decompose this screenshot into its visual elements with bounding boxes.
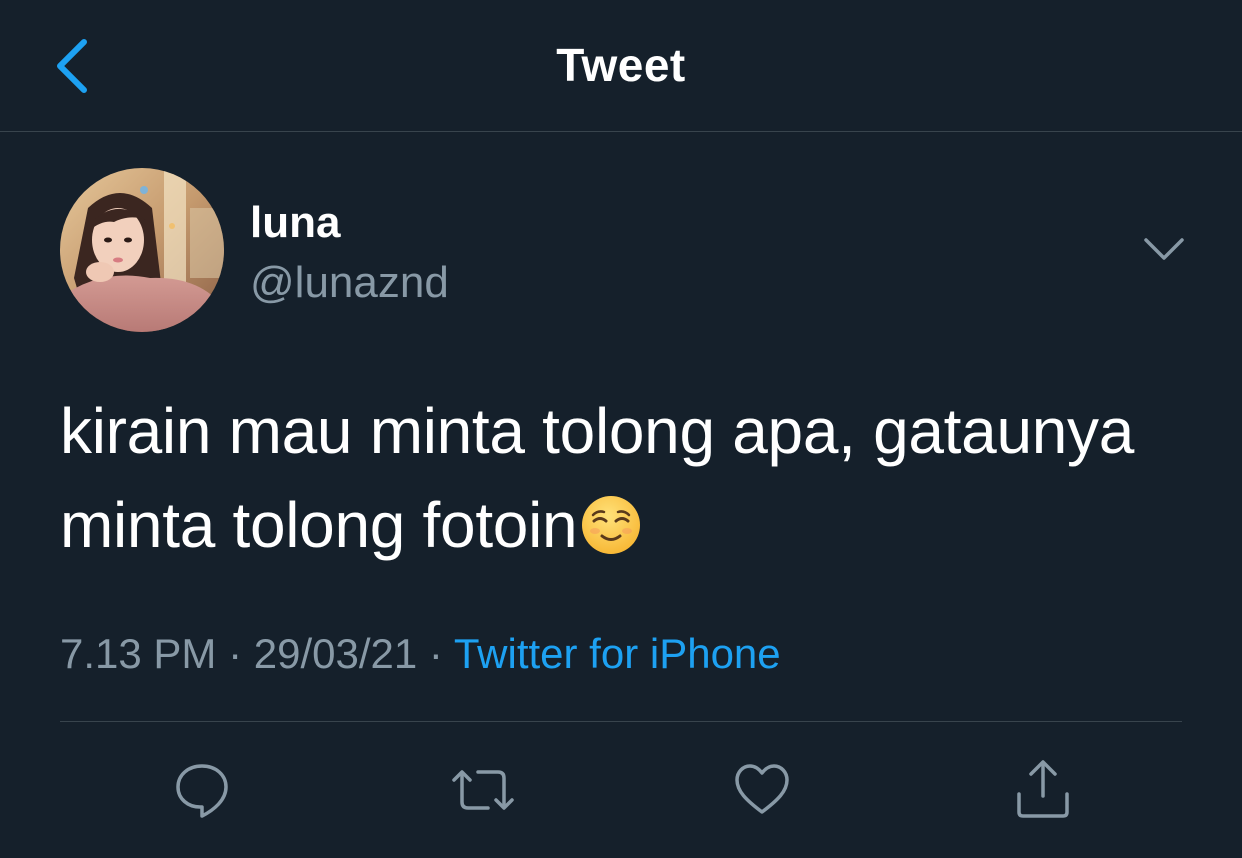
retweet-icon: [452, 770, 514, 810]
tweet-metadata: 7.13 PM · 29/03/21 · Twitter for iPhone: [60, 630, 781, 678]
retweet-button[interactable]: [450, 760, 514, 820]
meta-separator: ·: [216, 630, 254, 677]
avatar[interactable]: [60, 168, 224, 332]
meta-separator: ·: [417, 630, 454, 677]
profile-photo: [60, 168, 224, 332]
tweet-date: 29/03/21: [253, 630, 418, 677]
divider: [60, 721, 1182, 722]
tweet-options-button[interactable]: [1140, 232, 1188, 268]
author-display-name[interactable]: luna: [250, 198, 340, 248]
page-title: Tweet: [556, 39, 686, 91]
share-button[interactable]: [1013, 760, 1073, 820]
chevron-down-icon: [1144, 238, 1184, 260]
reply-icon: [176, 764, 228, 818]
tweet-time: 7.13 PM: [60, 630, 217, 677]
tweet-source-link[interactable]: Twitter for iPhone: [454, 630, 781, 677]
share-icon: [1017, 760, 1069, 818]
relieved-face-emoji: [579, 488, 643, 554]
tweet-text: kirain mau minta tolong apa, gataunya mi…: [60, 384, 1190, 572]
heart-icon: [735, 764, 789, 814]
author-handle[interactable]: @lunaznd: [250, 258, 449, 308]
reply-button[interactable]: [172, 760, 232, 820]
like-button[interactable]: [732, 760, 792, 820]
tweet-action-bar: [0, 760, 1242, 820]
top-navigation-bar: Tweet: [0, 0, 1242, 132]
